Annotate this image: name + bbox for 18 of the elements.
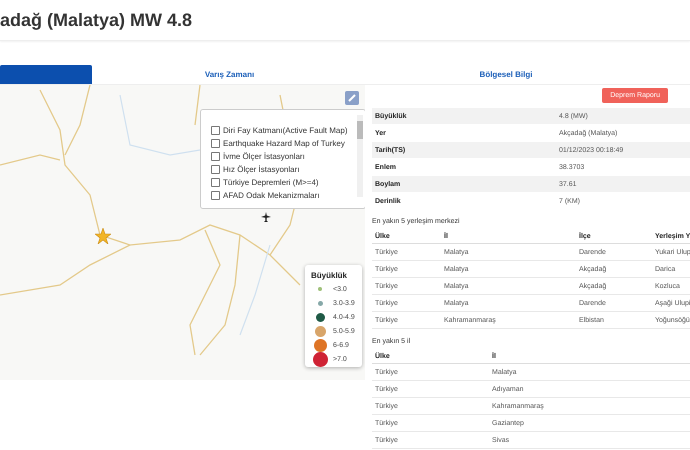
layer-label[interactable]: Diri Fay Katmanı(Active Fault Map): [223, 126, 348, 135]
layer-label[interactable]: İvme Ölçer İstasyonları: [223, 152, 305, 161]
airplane-icon: [261, 212, 271, 222]
scrollbar[interactable]: [357, 115, 363, 197]
checkbox[interactable]: [211, 152, 220, 161]
layer-label[interactable]: Earthquake Hazard Map of Turkey: [223, 139, 345, 148]
checkbox[interactable]: [211, 191, 220, 200]
layer-label[interactable]: Hız Ölçer İstasyonları: [223, 165, 300, 174]
layer-label[interactable]: Türkiye Depremleri (M>=4): [223, 178, 319, 187]
checkbox[interactable]: [211, 139, 220, 148]
legend-title: Büyüklük: [311, 271, 348, 280]
star-icon: [95, 228, 111, 244]
layer-label[interactable]: AFAD Odak Mekanizmaları: [223, 191, 320, 200]
checkbox[interactable]: [211, 178, 220, 187]
map-placeholder[interactable]: [0, 85, 365, 380]
checkbox[interactable]: [211, 126, 220, 135]
page-title: adağ (Malatya) MW 4.8: [0, 10, 192, 30]
checkbox[interactable]: [211, 165, 220, 174]
